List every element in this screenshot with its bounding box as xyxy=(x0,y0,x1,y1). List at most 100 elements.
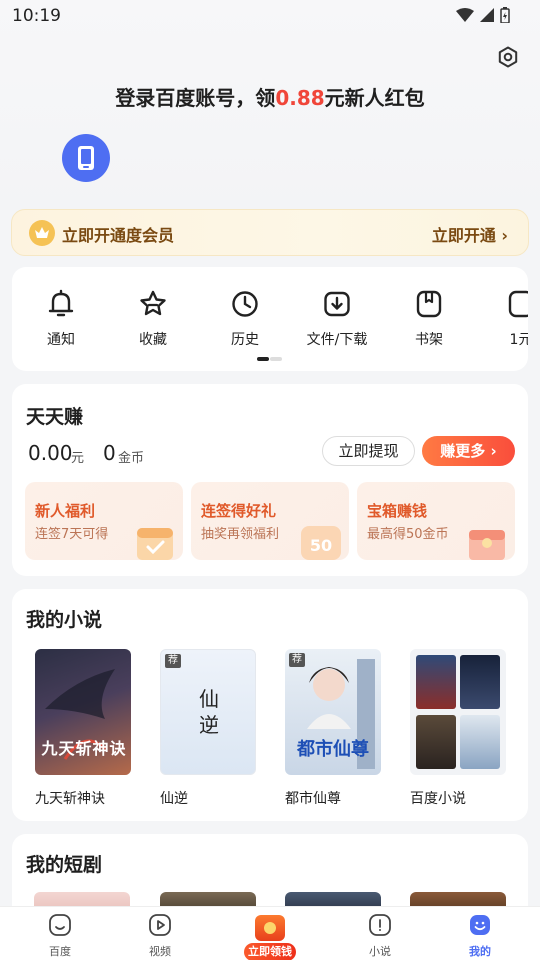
withdraw-button[interactable]: 立即提现 xyxy=(322,436,415,466)
my-novels-card: 我的小说 九天斩神诀 九天斩神诀 荐 仙逆 仙逆 荐 都市仙尊 都市仙尊 百度小… xyxy=(12,589,528,821)
login-amount: 0.88 xyxy=(275,86,325,110)
coin-badge-icon: 50 xyxy=(301,526,341,560)
reward-title: 连签得好礼 xyxy=(201,502,277,520)
status-icons xyxy=(456,7,510,23)
daily-earn-card: 天天赚 0.00 元 0 金币 立即提现 赚更多 › 新人福利 连签7天可得 连… xyxy=(12,384,528,576)
mini-cover xyxy=(460,655,500,709)
quick-item-downloads[interactable]: 文件/下载 xyxy=(297,289,377,349)
settings-button[interactable] xyxy=(493,42,523,72)
book-title: 九天斩神诀 xyxy=(35,791,105,807)
nav-baidu[interactable]: 百度 xyxy=(30,913,90,959)
download-icon xyxy=(324,291,350,317)
reward-subtitle: 抽奖再领福利 xyxy=(201,527,280,542)
nav-label: 百度 xyxy=(49,945,71,958)
reward-subtitle: 最高得50金币 xyxy=(367,527,449,542)
quick-item-label: 通知 xyxy=(47,332,75,348)
video-icon xyxy=(149,914,171,936)
reward-subtitle: 连签7天可得 xyxy=(35,527,109,542)
recommend-tag: 荐 xyxy=(165,654,181,668)
quick-actions-card: 通知 收藏 历史 文件/下载 书架 1元 xyxy=(12,267,528,371)
book-cover-title: 都市仙尊 xyxy=(297,739,369,760)
book-cover xyxy=(410,649,506,775)
book-cover: 九天斩神诀 xyxy=(35,649,131,775)
nav-novel[interactable]: 小说 xyxy=(350,913,410,959)
phone-login-button[interactable] xyxy=(62,134,110,182)
red-envelope-icon xyxy=(255,915,285,941)
reward-treasure[interactable]: 宝箱赚钱 最高得50金币 xyxy=(357,482,515,560)
baidu-home-icon xyxy=(49,914,71,936)
nav-label: 视频 xyxy=(149,945,171,958)
nav-label: 我的 xyxy=(469,945,491,958)
star-icon xyxy=(140,290,166,316)
clock-icon xyxy=(232,291,258,317)
login-suffix: 元新人红包 xyxy=(324,86,425,110)
coin-unit: 金币 xyxy=(118,451,145,466)
coupon-icon xyxy=(508,290,528,318)
cash-value: 0.00 xyxy=(28,441,73,465)
mini-cover xyxy=(460,715,500,769)
treasure-chest-icon xyxy=(469,530,505,560)
book-item[interactable]: 九天斩神诀 九天斩神诀 xyxy=(35,649,131,807)
quick-item-label: 书架 xyxy=(415,332,443,348)
page-dot xyxy=(270,357,282,361)
crown-icon xyxy=(29,220,55,246)
book-item[interactable]: 荐 仙逆 仙逆 xyxy=(160,649,256,807)
nav-label: 小说 xyxy=(369,945,391,958)
book-title: 都市仙尊 xyxy=(285,791,341,807)
quick-item-label: 收藏 xyxy=(139,332,167,348)
page-dot-active xyxy=(257,357,269,361)
quick-item-label: 文件/下载 xyxy=(306,332,368,348)
nav-earn-money[interactable]: 立即领钱 xyxy=(244,911,296,960)
status-time: 10:19 xyxy=(12,6,61,26)
bookshelf-icon xyxy=(416,290,442,318)
quick-item-label: 1元 xyxy=(509,332,528,348)
my-dramas-title: 我的短剧 xyxy=(26,854,103,876)
book-cover: 荐 仙逆 xyxy=(160,649,256,775)
vip-open-button[interactable]: 立即开通 › xyxy=(432,222,508,246)
reward-title: 新人福利 xyxy=(35,502,96,520)
recommend-tag: 荐 xyxy=(289,653,305,667)
battery-icon xyxy=(500,7,510,23)
status-bar: 10:19 xyxy=(0,0,540,32)
phone-icon xyxy=(78,146,94,170)
page-indicator xyxy=(257,357,283,361)
nav-mine[interactable]: 我的 xyxy=(450,913,510,959)
reward-checkin[interactable]: 连签得好礼 抽奖再领福利 50 xyxy=(191,482,349,560)
book-item[interactable]: 荐 都市仙尊 都市仙尊 xyxy=(285,649,381,807)
login-prefix: 登录百度账号，领 xyxy=(115,86,276,110)
book-icon xyxy=(369,914,391,936)
vip-banner[interactable]: 立即开通度会员 立即开通 › xyxy=(11,209,529,256)
bottom-nav: 百度 视频 立即领钱 小说 我的 xyxy=(0,906,540,960)
svg-text:50: 50 xyxy=(310,536,332,555)
vip-label: 立即开通度会员 xyxy=(62,226,175,245)
mini-cover xyxy=(416,715,456,769)
book-title: 仙逆 xyxy=(160,791,188,807)
quick-item-bookshelf[interactable]: 书架 xyxy=(389,289,469,349)
book-title: 百度小说 xyxy=(410,791,466,807)
login-prompt[interactable]: 登录百度账号，领0.88元新人红包 xyxy=(0,82,540,111)
reward-newbie[interactable]: 新人福利 连签7天可得 xyxy=(25,482,183,560)
earn-more-button[interactable]: 赚更多 › xyxy=(422,436,515,466)
mini-cover xyxy=(416,655,456,709)
calendar-icon xyxy=(137,528,173,560)
book-item[interactable]: 百度小说 xyxy=(410,649,506,807)
profile-icon xyxy=(470,915,490,935)
my-novels-title: 我的小说 xyxy=(26,609,103,631)
wifi-icon xyxy=(456,8,474,22)
quick-item-history[interactable]: 历史 xyxy=(205,289,285,349)
signal-icon xyxy=(480,8,494,22)
coin-value: 0 xyxy=(103,441,116,465)
nav-label: 立即领钱 xyxy=(244,943,296,960)
cash-unit: 元 xyxy=(71,451,85,466)
quick-item-favorites[interactable]: 收藏 xyxy=(113,289,193,349)
quick-item-label: 历史 xyxy=(231,332,259,348)
book-cover-title: 仙逆 xyxy=(199,687,219,737)
bell-icon xyxy=(48,289,74,317)
reward-title: 宝箱赚钱 xyxy=(367,502,428,520)
nav-video[interactable]: 视频 xyxy=(130,913,190,959)
quick-item-notification[interactable]: 通知 xyxy=(21,289,101,349)
quick-item-coupon[interactable]: 1元 xyxy=(481,289,528,349)
book-cover-title: 九天斩神诀 xyxy=(41,739,127,758)
daily-earn-title: 天天赚 xyxy=(26,406,84,428)
book-cover: 荐 都市仙尊 xyxy=(285,649,381,775)
